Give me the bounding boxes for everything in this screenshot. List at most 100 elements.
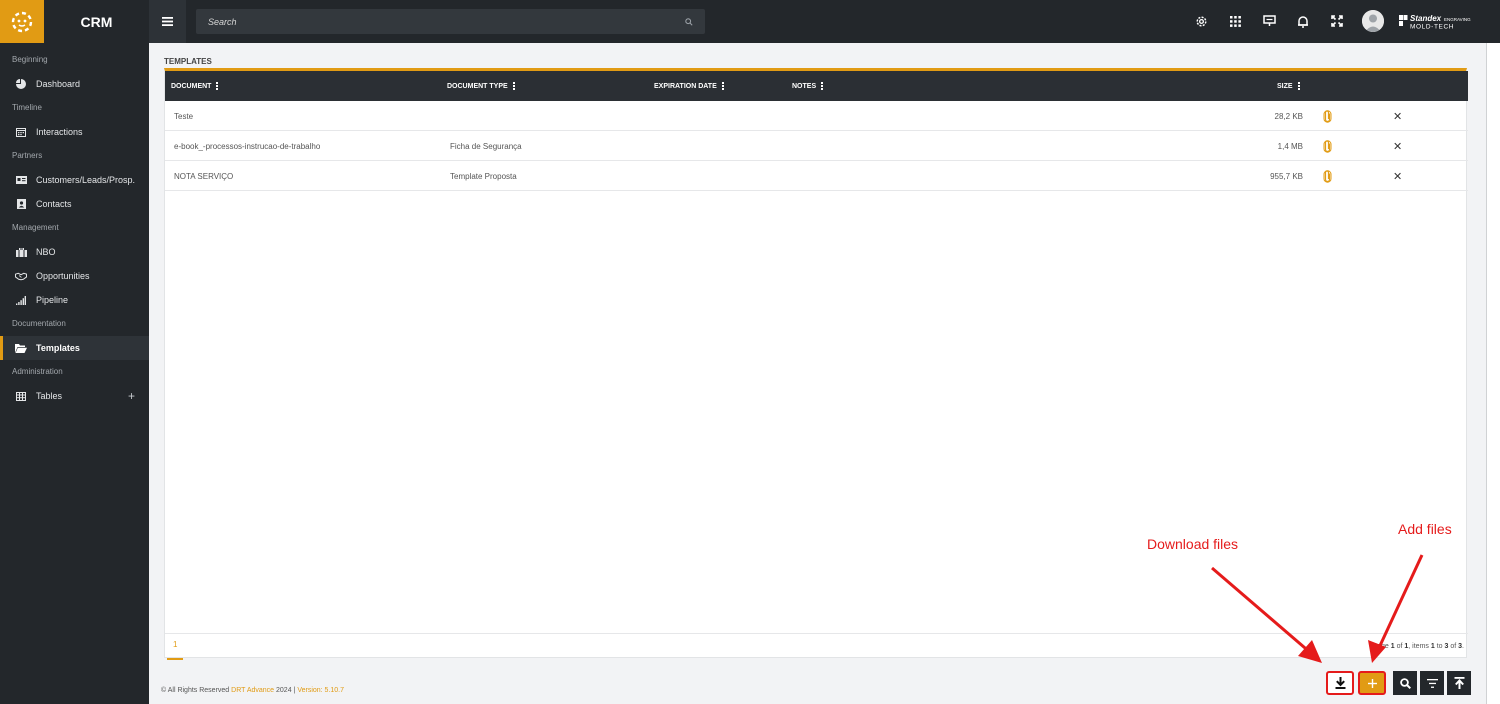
templates-table-panel: DOCUMENT DOCUMENT TYPE EXPIRATION DATE N… <box>164 68 1468 660</box>
footer-version: Version: 5.10.7 <box>297 687 345 694</box>
sidebar-item-label: Contacts <box>36 199 72 209</box>
cell-size: 28,2 KB <box>1274 111 1303 121</box>
sidebar-item-nbo[interactable]: NBO <box>0 240 149 264</box>
pie-chart-icon <box>15 78 27 90</box>
signal-bars-icon <box>15 294 27 306</box>
brand-line3: MOLD-TECH <box>1410 24 1454 31</box>
column-header-expiration-date[interactable]: EXPIRATION DATE <box>654 71 724 101</box>
pagination-info: Page 1 of 1, items 1 to 3 of 3. <box>1372 643 1464 650</box>
delete-icon[interactable]: ✕ <box>1393 101 1402 131</box>
id-card-icon <box>15 174 27 186</box>
footer-year: 2024 | <box>274 687 298 694</box>
annotation-download-files: Download files <box>1147 536 1239 552</box>
search-input[interactable] <box>208 16 685 27</box>
cell-document: NOTA SERVIÇO <box>174 171 234 181</box>
filter-lines-icon <box>1426 678 1438 688</box>
fullscreen-icon[interactable] <box>1320 11 1354 31</box>
filter-button[interactable] <box>1420 671 1444 695</box>
table-header: DOCUMENT DOCUMENT TYPE EXPIRATION DATE N… <box>165 71 1468 101</box>
footer-copyright: © All Rights Reserved <box>161 687 232 694</box>
table-icon <box>15 390 27 402</box>
sidebar-item-label: Opportunities <box>36 271 90 281</box>
messages-icon[interactable] <box>1252 11 1286 31</box>
column-menu-icon[interactable] <box>216 82 219 90</box>
notifications-bell-icon[interactable] <box>1286 11 1320 31</box>
cell-size: 955,7 KB <box>1270 171 1303 181</box>
sidebar-item-contacts[interactable]: Contacts <box>0 192 149 216</box>
sidebar-item-customers[interactable]: Customers/Leads/Prosp. <box>0 168 149 192</box>
delete-icon[interactable]: ✕ <box>1393 131 1402 161</box>
sidebar-section-timeline: Timeline <box>12 103 42 112</box>
plus-icon <box>1367 678 1377 688</box>
column-menu-icon[interactable] <box>1297 82 1300 90</box>
sidebar-item-interactions[interactable]: Interactions <box>0 120 149 144</box>
folder-open-icon <box>15 342 27 354</box>
delete-icon[interactable]: ✕ <box>1393 161 1402 191</box>
attachment-icon[interactable] <box>1323 161 1332 191</box>
briefcase-icon <box>15 246 27 258</box>
calendar-icon <box>15 126 27 138</box>
sidebar-item-label: Interactions <box>36 127 83 137</box>
column-header-notes[interactable]: NOTES <box>792 71 824 101</box>
cell-document-type: Ficha de Segurança <box>450 141 522 151</box>
scrollbar-track[interactable] <box>1486 43 1500 704</box>
settings-icon[interactable] <box>1184 11 1218 31</box>
hamburger-icon <box>162 17 173 26</box>
handshake-icon <box>15 270 27 282</box>
brand-line2: ENGRAVING <box>1444 17 1471 22</box>
sidebar-item-tables[interactable]: Tables + <box>0 384 149 408</box>
sidebar-section-documentation: Documentation <box>12 319 66 328</box>
column-header-document-type[interactable]: DOCUMENT TYPE <box>447 71 515 101</box>
annotation-add-files: Add files <box>1398 521 1452 537</box>
sidebar-item-opportunities[interactable]: Opportunities <box>0 264 149 288</box>
table-row[interactable]: Teste 28,2 KB ✕ <box>165 101 1468 131</box>
column-header-document[interactable]: DOCUMENT <box>171 71 219 101</box>
page-title: TEMPLATES <box>164 57 212 66</box>
brand-line1: Standex <box>1410 14 1442 23</box>
sidebar-section-management: Management <box>12 223 59 232</box>
table-row[interactable]: NOTA SERVIÇO Template Proposta 955,7 KB … <box>165 161 1468 191</box>
user-avatar[interactable] <box>1362 10 1384 32</box>
footer: © All Rights Reserved DRT Advance 2024 |… <box>161 687 344 694</box>
contact-book-icon <box>15 198 27 210</box>
attachment-icon[interactable] <box>1323 131 1332 161</box>
brand-logo: Standex ENGRAVING MOLD-TECH <box>1399 13 1473 31</box>
cell-document-type: Template Proposta <box>450 171 517 181</box>
arrow-up-to-line-icon <box>1454 677 1464 689</box>
download-files-button[interactable] <box>1326 671 1354 695</box>
search-button[interactable] <box>1393 671 1417 695</box>
app-logo[interactable] <box>0 0 44 43</box>
page-number-button[interactable]: 1 <box>173 640 177 649</box>
sidebar-item-pipeline[interactable]: Pipeline <box>0 288 149 312</box>
sidebar-item-label: Templates <box>36 343 80 353</box>
column-menu-icon[interactable] <box>512 82 515 90</box>
cell-document: e-book_-processos-instrucao-de-trabalho <box>174 141 321 151</box>
column-menu-icon[interactable] <box>821 82 824 90</box>
top-bar: CRM Standex ENGRAVING MOLD-TECH <box>0 0 1500 43</box>
sidebar-section-partners: Partners <box>12 151 43 160</box>
sidebar-item-label: Tables <box>36 391 63 401</box>
table-row[interactable]: e-book_-processos-instrucao-de-trabalho … <box>165 131 1468 161</box>
download-icon <box>1335 677 1345 689</box>
main-content: TEMPLATES DOCUMENT DOCUMENT TYPE EXPIRAT… <box>149 43 1486 704</box>
attachment-icon[interactable] <box>1323 101 1332 131</box>
column-header-size[interactable]: SIZE <box>1277 71 1300 101</box>
sidebar-item-label: Customers/Leads/Prosp. <box>36 175 136 185</box>
add-files-button[interactable] <box>1358 671 1386 695</box>
expand-plus-icon[interactable]: + <box>128 389 135 403</box>
apps-grid-icon[interactable] <box>1218 11 1252 31</box>
sidebar-item-label: Dashboard <box>36 79 81 89</box>
menu-toggle-button[interactable] <box>149 0 186 43</box>
sidebar-section-beginning: Beginning <box>12 55 48 64</box>
cell-size: 1,4 MB <box>1277 141 1303 151</box>
sidebar-item-dashboard[interactable]: Dashboard <box>0 72 149 96</box>
sidebar-item-label: Pipeline <box>36 295 69 305</box>
magnifier-icon <box>1399 677 1411 689</box>
logo-icon <box>11 11 33 32</box>
search-icon[interactable] <box>685 17 693 26</box>
sidebar-item-templates[interactable]: Templates <box>0 336 149 360</box>
scroll-to-top-button[interactable] <box>1447 671 1471 695</box>
footer-company-link[interactable]: DRT Advance <box>231 687 274 694</box>
column-menu-icon[interactable] <box>721 82 724 90</box>
page-active-indicator <box>167 658 183 660</box>
